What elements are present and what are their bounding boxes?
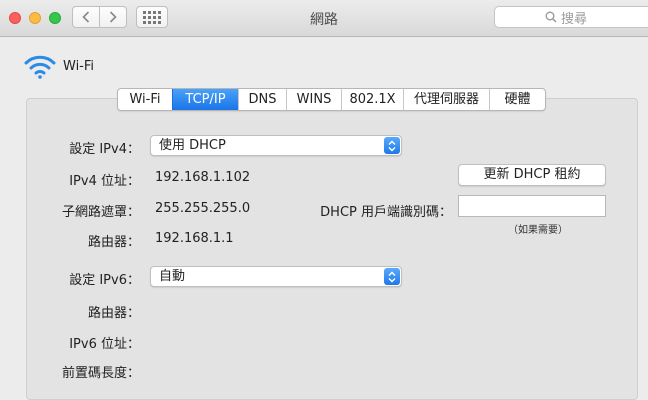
tab-tcpip[interactable]: TCP/IP (172, 89, 238, 110)
tab-bar: Wi-Fi TCP/IP DNS WINS 802.1X 代理伺服器 硬體 (117, 88, 546, 111)
ipv6-address-label: IPv6 位址： (69, 337, 140, 352)
service-name: Wi-Fi (63, 59, 95, 74)
configure-ipv6-value: 自動 (159, 269, 186, 284)
configure-ipv4-select[interactable]: 使用 DHCP (150, 135, 402, 156)
configure-ipv4-label: 設定 IPv4： (69, 142, 140, 157)
tab-wifi[interactable]: Wi-Fi (118, 89, 172, 110)
search-placeholder: 搜尋 (561, 11, 588, 27)
title-bar: 網路 搜尋 (0, 0, 648, 37)
search-icon (545, 11, 557, 23)
subnet-mask-value: 255.255.255.0 (155, 201, 251, 216)
configure-ipv4-value: 使用 DHCP (159, 138, 226, 153)
router-label: 路由器： (87, 235, 140, 250)
renew-dhcp-button[interactable]: 更新 DHCP 租約 (458, 164, 606, 186)
router-value: 192.168.1.1 (155, 231, 234, 246)
tab-hardware[interactable]: 硬體 (489, 89, 545, 110)
tab-wins[interactable]: WINS (286, 89, 341, 110)
dhcp-client-id-field[interactable] (458, 195, 606, 217)
configure-ipv6-select[interactable]: 自動 (150, 266, 402, 287)
tab-proxies[interactable]: 代理伺服器 (403, 89, 489, 110)
ipv4-address-label: IPv4 位址： (69, 174, 140, 189)
tab-dns[interactable]: DNS (238, 89, 286, 110)
dhcp-client-id-hint: （如果需要） (508, 225, 568, 236)
subnet-mask-label: 子網路遮罩： (61, 205, 140, 220)
updown-chevron-icon (384, 137, 400, 154)
prefix-length-label: 前置碼長度： (61, 366, 140, 381)
updown-chevron-icon (384, 268, 400, 285)
ipv4-address-value: 192.168.1.102 (155, 170, 251, 185)
ipv6-router-label: 路由器： (87, 306, 140, 321)
dhcp-client-id-label: DHCP 用戶端識別碼： (320, 205, 452, 220)
tab-8021x[interactable]: 802.1X (341, 89, 403, 110)
search-field[interactable]: 搜尋 (494, 6, 648, 28)
configure-ipv6-label: 設定 IPv6： (69, 273, 140, 288)
wifi-icon (24, 55, 56, 79)
